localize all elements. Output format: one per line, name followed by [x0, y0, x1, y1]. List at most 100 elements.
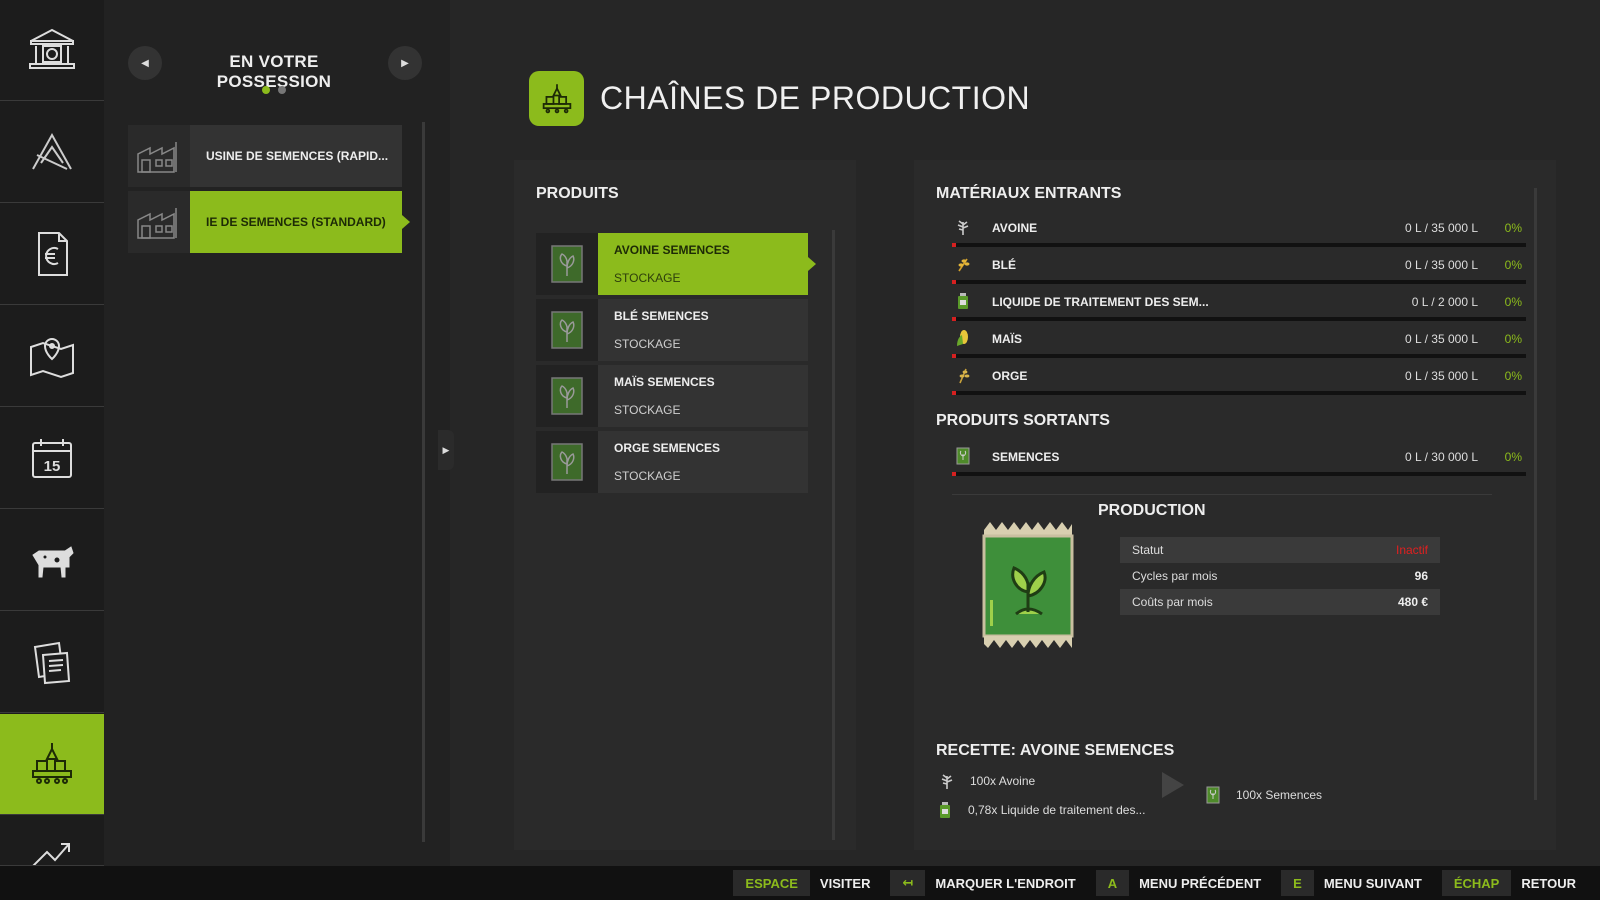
product-mode: STOCKAGE: [614, 271, 681, 285]
stat-row-status: Statut Inactif: [1120, 537, 1440, 563]
fill-level-bar: [952, 391, 1526, 395]
stat-value: 96: [1414, 569, 1428, 583]
prev-page-button[interactable]: ◀: [128, 46, 162, 80]
product-name: AVOINE SEMENCES: [614, 243, 730, 257]
recipe-input: 100x Avoine: [938, 772, 1035, 790]
rail-item-statistics[interactable]: [0, 204, 104, 305]
hint-next-menu[interactable]: E MENU SUIVANT: [1281, 870, 1432, 896]
output-row-seeds: SEMENCES 0 L / 30 000 L 0%: [952, 445, 1526, 482]
fill-level-bar: [952, 354, 1526, 358]
page-title: CHAÎNES DE PRODUCTION: [600, 80, 1031, 116]
main-menu-rail: 15: [0, 0, 112, 866]
input-row-corn: MAÏS 0 L / 35 000 L 0%: [952, 327, 1526, 364]
logo-icon: [32, 132, 72, 170]
selection-arrow-icon: [808, 257, 816, 271]
material-percent: 0%: [1504, 295, 1522, 309]
material-name: SEMENCES: [992, 450, 1060, 464]
seed-bag-icon: [536, 233, 598, 295]
owned-scrollbar[interactable]: [422, 122, 425, 842]
product-item[interactable]: BLÉ SEMENCES STOCKAGE: [536, 299, 808, 361]
hint-label: VISITER: [819, 875, 871, 891]
stat-label: Coûts par mois: [1132, 595, 1213, 609]
map-pin-icon: [30, 337, 74, 379]
material-name: LIQUIDE DE TRAITEMENT DES SEM...: [992, 295, 1209, 309]
bottle-icon: [958, 293, 968, 309]
chevron-right-icon: ▶: [442, 444, 450, 455]
details-scrollbar[interactable]: [1534, 188, 1537, 800]
factory-thumbnail: [128, 125, 190, 187]
stat-label: Cycles par mois: [1132, 569, 1218, 583]
recipe-arrow-icon: [1162, 772, 1184, 798]
input-row-wheat: BLÉ 0 L / 35 000 L 0%: [952, 253, 1526, 290]
rail-item-overview[interactable]: [0, 102, 104, 203]
recipe-output-text: 100x Semences: [1236, 788, 1323, 802]
material-name: AVOINE: [992, 221, 1038, 235]
stat-row-costs: Coûts par mois 480 €: [1120, 589, 1440, 615]
products-scrollbar[interactable]: [832, 230, 835, 840]
input-row-barley: ORGE 0 L / 35 000 L 0%: [952, 364, 1526, 401]
rail-item-prices[interactable]: [0, 816, 104, 866]
chevron-right-icon: ▶: [401, 57, 409, 69]
stat-label: Statut: [1132, 543, 1164, 557]
production-stats: Statut Inactif Cycles par mois 96 Coûts …: [1120, 537, 1440, 615]
product-name: BLÉ SEMENCES: [614, 309, 709, 323]
key-badge: A: [1095, 870, 1130, 896]
material-percent: 0%: [1504, 332, 1522, 346]
hint-label: MENU SUIVANT: [1323, 875, 1422, 891]
outputs-title: PRODUITS SORTANTS: [936, 412, 1110, 429]
page-dot-1[interactable]: [262, 86, 270, 94]
product-item[interactable]: AVOINE SEMENCES STOCKAGE: [536, 233, 816, 295]
input-row-treatment: LIQUIDE DE TRAITEMENT DES SEM... 0 L / 2…: [952, 290, 1526, 327]
key-badge: E: [1281, 870, 1314, 896]
owned-item-label: USINE DE SEMENCES (RAPID...: [206, 149, 389, 163]
next-page-button[interactable]: ▶: [388, 46, 422, 80]
material-amount: 0 L / 30 000 L: [1405, 450, 1478, 464]
inputs-title: MATÉRIAUX ENTRANTS: [936, 185, 1122, 202]
material-percent: 0%: [1504, 369, 1522, 383]
seed-bag-icon: [536, 365, 598, 427]
rail-item-finances[interactable]: [0, 0, 104, 101]
seed-bag-image: [982, 522, 1074, 648]
production-title: PRODUCTION: [1098, 502, 1206, 519]
recipe-output: 100x Semences: [1204, 786, 1322, 804]
rail-item-map[interactable]: [0, 306, 104, 407]
material-percent: 0%: [1504, 258, 1522, 272]
owned-item[interactable]: IE DE SEMENCES (STANDARD): [128, 191, 410, 253]
hint-label: MENU PRÉCÉDENT: [1139, 875, 1262, 891]
hint-previous-menu[interactable]: A MENU PRÉCÉDENT: [1095, 870, 1271, 896]
hint-back[interactable]: ÉCHAP RETOUR: [1441, 870, 1586, 896]
cow-icon: [32, 546, 74, 578]
seed-bag-icon: [536, 431, 598, 493]
fill-level-bar: [952, 317, 1526, 321]
hint-label: RETOUR: [1521, 875, 1576, 891]
collapse-panel-button[interactable]: ▶: [438, 430, 454, 470]
rail-item-animals[interactable]: [0, 510, 104, 611]
owned-item[interactable]: USINE DE SEMENCES (RAPID...: [128, 125, 402, 187]
product-mode: STOCKAGE: [614, 403, 681, 417]
owned-item-label: IE DE SEMENCES (STANDARD): [206, 215, 386, 229]
page-dot-2[interactable]: [278, 86, 286, 94]
product-mode: STOCKAGE: [614, 337, 681, 351]
products-title: PRODUITS: [536, 185, 619, 202]
selection-arrow-icon: [402, 215, 410, 229]
rail-item-contracts[interactable]: [0, 612, 104, 713]
product-name: ORGE SEMENCES: [614, 441, 721, 455]
product-item[interactable]: MAÏS SEMENCES STOCKAGE: [536, 365, 808, 427]
bank-icon: [29, 28, 75, 69]
stat-value: 480 €: [1397, 595, 1428, 609]
product-mode: STOCKAGE: [614, 469, 681, 483]
hint-mark-location[interactable]: ↤ MARQUER L'ENDROIT: [890, 870, 1085, 896]
material-name: ORGE: [992, 369, 1028, 383]
material-name: BLÉ: [992, 258, 1016, 272]
header-production-icon: [529, 71, 584, 126]
euro-document-icon: [38, 232, 68, 276]
product-item[interactable]: ORGE SEMENCES STOCKAGE: [536, 431, 808, 493]
material-amount: 0 L / 2 000 L: [1411, 295, 1478, 309]
calendar-day: 15: [44, 458, 61, 475]
hint-visit[interactable]: ESPACE VISITER: [733, 870, 880, 896]
fill-level-bar: [952, 280, 1526, 284]
rail-item-production[interactable]: [0, 714, 112, 815]
key-badge: ESPACE: [733, 870, 810, 896]
fill-level-bar: [952, 243, 1526, 247]
rail-item-calendar[interactable]: 15: [0, 408, 104, 509]
